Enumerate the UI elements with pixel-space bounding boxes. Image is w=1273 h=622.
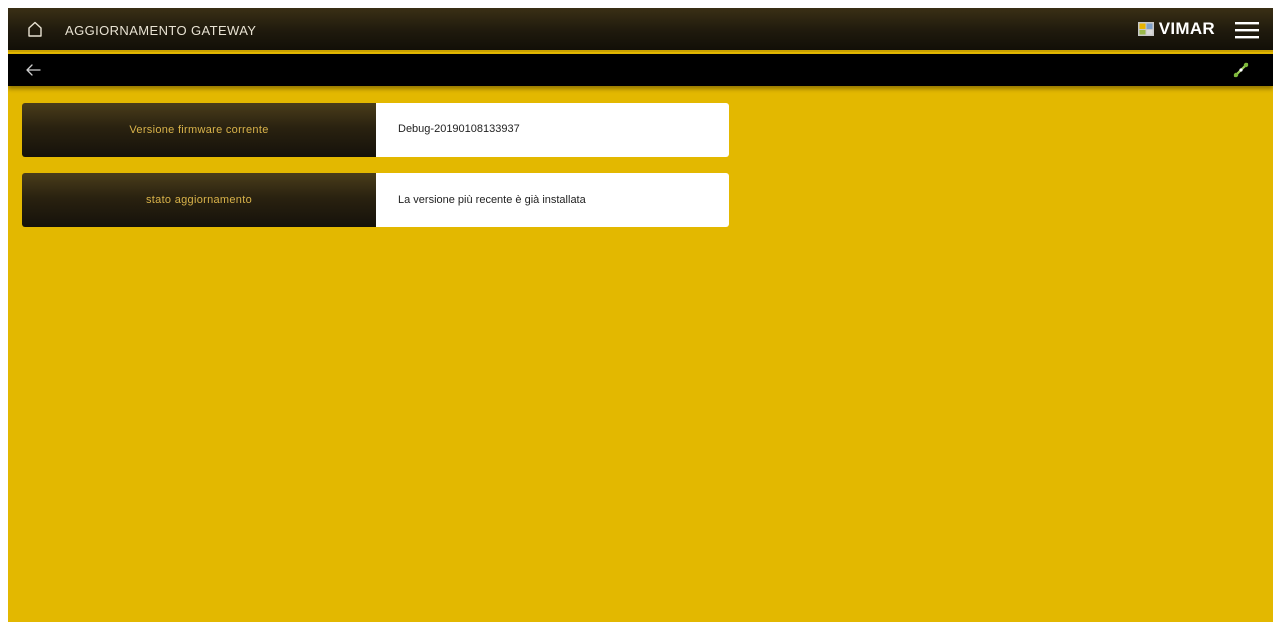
top-bar: AGGIORNAMENTO GATEWAY VIMAR bbox=[8, 8, 1273, 52]
page-title: AGGIORNAMENTO GATEWAY bbox=[65, 23, 257, 38]
update-status-label: stato aggiornamento bbox=[22, 173, 376, 227]
firmware-version-row: Versione firmware corrente Debug-2019010… bbox=[22, 103, 729, 157]
firmware-version-label: Versione firmware corrente bbox=[22, 103, 376, 157]
app-window: AGGIORNAMENTO GATEWAY VIMAR Versione fir… bbox=[8, 8, 1273, 622]
brand-name: VIMAR bbox=[1158, 19, 1215, 38]
hamburger-menu-icon[interactable] bbox=[1233, 20, 1261, 40]
back-arrow-icon[interactable] bbox=[24, 62, 42, 78]
brand: VIMAR bbox=[1137, 19, 1215, 39]
update-status-value: La versione più recente è già installata bbox=[376, 173, 729, 227]
navigation-bar bbox=[8, 54, 1273, 86]
update-status-row: stato aggiornamento La versione più rece… bbox=[22, 173, 729, 227]
firmware-version-value: Debug-20190108133937 bbox=[376, 103, 729, 157]
home-icon[interactable] bbox=[26, 20, 44, 38]
vimar-logo bbox=[1137, 20, 1155, 38]
connection-status-icon[interactable] bbox=[1231, 60, 1251, 80]
